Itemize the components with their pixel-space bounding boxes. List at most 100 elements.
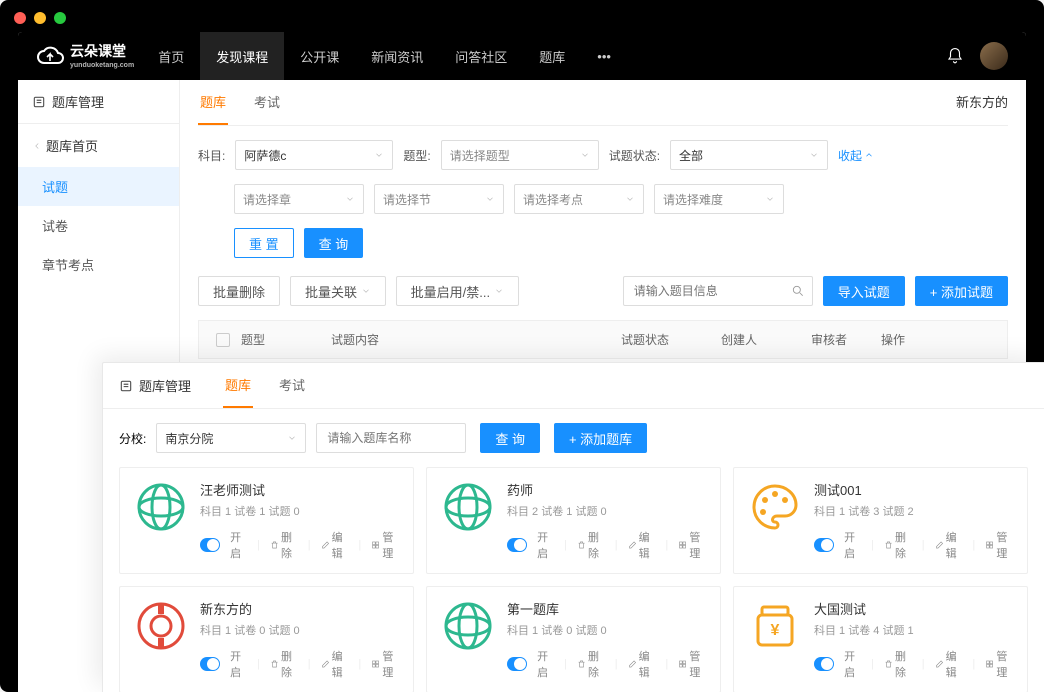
subject-select[interactable]: 阿萨德c [235,140,393,170]
nav-discover[interactable]: 发现课程 [200,32,284,80]
card-icon [441,599,495,653]
card-edit[interactable]: 编辑 [321,529,349,561]
brand-label: 新东方的 [956,80,1008,125]
toggle-switch[interactable] [814,538,834,552]
bank-icon [119,379,133,393]
add-question-button[interactable]: + 添加试题 [915,276,1008,306]
card-delete[interactable]: 删除 [270,529,298,561]
section-select[interactable]: 请选择节 [374,184,504,214]
card-manage[interactable]: 管理 [678,648,706,680]
card-delete[interactable]: 删除 [577,648,605,680]
add-bank-button[interactable]: + 添加题库 [554,423,647,453]
toggle-label: 开启 [537,648,554,680]
chevron-down-icon [287,433,297,443]
grid-icon [985,658,994,670]
window-controls [0,0,1044,36]
card-manage[interactable]: 管理 [985,529,1013,561]
nav-qa[interactable]: 问答社区 [439,32,523,80]
card-manage[interactable]: 管理 [371,529,399,561]
toggle-switch[interactable] [507,538,527,552]
difficulty-select[interactable]: 请选择难度 [654,184,784,214]
card-manage[interactable]: 管理 [985,648,1013,680]
inner-tab-exam[interactable]: 考试 [277,363,307,408]
sidebar-item-points[interactable]: 章节考点 [18,245,179,284]
card-edit[interactable]: 编辑 [628,648,656,680]
select-all-checkbox[interactable] [216,333,230,347]
search-icon [791,284,805,298]
bank-card: 药师 科目 2 试卷 1 试题 0 开启 | 删除 | 编辑 | 管理 [426,467,721,574]
branch-select[interactable]: 南京分院 [156,423,306,453]
toggle-label: 开启 [844,529,861,561]
status-select[interactable]: 全部 [670,140,828,170]
card-meta: 科目 2 试卷 1 试题 0 [507,503,706,519]
type-label: 题型: [403,147,430,164]
trash-icon [577,539,586,551]
logo-text: 云朵课堂 [70,43,126,59]
col-creator: 创建人 [721,331,811,348]
col-content: 试题内容 [331,331,621,348]
chapter-select[interactable]: 请选择章 [234,184,364,214]
toggle-label: 开启 [844,648,861,680]
sidebar-item-papers[interactable]: 试卷 [18,206,179,245]
nav-news[interactable]: 新闻资讯 [355,32,439,80]
batch-delete-button[interactable]: 批量删除 [198,276,280,306]
card-delete[interactable]: 删除 [884,648,912,680]
batch-toggle-button[interactable]: 批量启用/禁... [396,276,519,306]
toggle-switch[interactable] [507,657,527,671]
tab-bank[interactable]: 题库 [198,80,228,125]
card-icon [134,480,188,534]
type-select[interactable]: 请选择题型 [441,140,599,170]
max-dot[interactable] [54,12,66,24]
bell-icon[interactable] [946,47,964,65]
table-header: 题型 试题内容 试题状态 创建人 审核者 操作 [198,320,1008,359]
card-title: 汪老师测试 [200,480,399,499]
chevron-down-icon [809,150,819,160]
batch-link-button[interactable]: 批量关联 [290,276,386,306]
tab-exam[interactable]: 考试 [252,80,282,125]
trash-icon [884,658,893,670]
logo[interactable]: 云朵课堂yunduoketang.com [36,43,134,69]
sidebar-item-questions[interactable]: 试题 [18,167,179,206]
card-edit[interactable]: 编辑 [935,648,963,680]
inner-tab-bank[interactable]: 题库 [223,363,253,408]
col-reviewer: 审核者 [811,331,881,348]
toggle-switch[interactable] [200,657,220,671]
bank-name-input[interactable] [316,423,466,453]
card-manage[interactable]: 管理 [371,648,399,680]
nav-home[interactable]: 首页 [142,32,200,80]
toggle-label: 开启 [230,529,247,561]
chevron-down-icon [765,194,775,204]
avatar[interactable] [980,42,1008,70]
card-meta: 科目 1 试卷 0 试题 0 [200,622,399,638]
card-edit[interactable]: 编辑 [321,648,349,680]
import-button[interactable]: 导入试题 [823,276,905,306]
card-edit[interactable]: 编辑 [935,529,963,561]
collapse-link[interactable]: 收起 [838,147,874,164]
card-edit[interactable]: 编辑 [628,529,656,561]
sidebar-back[interactable]: 题库首页 [18,124,179,167]
card-delete[interactable]: 删除 [270,648,298,680]
search-input[interactable] [623,276,813,306]
card-delete[interactable]: 删除 [884,529,912,561]
grid-icon [678,539,687,551]
nav-bank[interactable]: 题库 [523,32,581,80]
nav-more[interactable]: ••• [581,32,627,80]
nav-open[interactable]: 公开课 [284,32,355,80]
point-select[interactable]: 请选择考点 [514,184,644,214]
chevron-down-icon [485,194,495,204]
col-status: 试题状态 [621,331,721,348]
card-manage[interactable]: 管理 [678,529,706,561]
toggle-switch[interactable] [200,538,220,552]
reset-button[interactable]: 重 置 [234,228,294,258]
card-delete[interactable]: 删除 [577,529,605,561]
bank-card: 新东方的 科目 1 试卷 0 试题 0 开启 | 删除 | 编辑 | 管理 [119,586,414,692]
query-button[interactable]: 查 询 [304,228,364,258]
chevron-down-icon [345,194,355,204]
min-dot[interactable] [34,12,46,24]
sidebar-title: 题库管理 [18,80,179,124]
close-dot[interactable] [14,12,26,24]
toggle-switch[interactable] [814,657,834,671]
trash-icon [270,539,279,551]
inner-query-button[interactable]: 查 询 [480,423,540,453]
card-meta: 科目 1 试卷 3 试题 2 [814,503,1013,519]
